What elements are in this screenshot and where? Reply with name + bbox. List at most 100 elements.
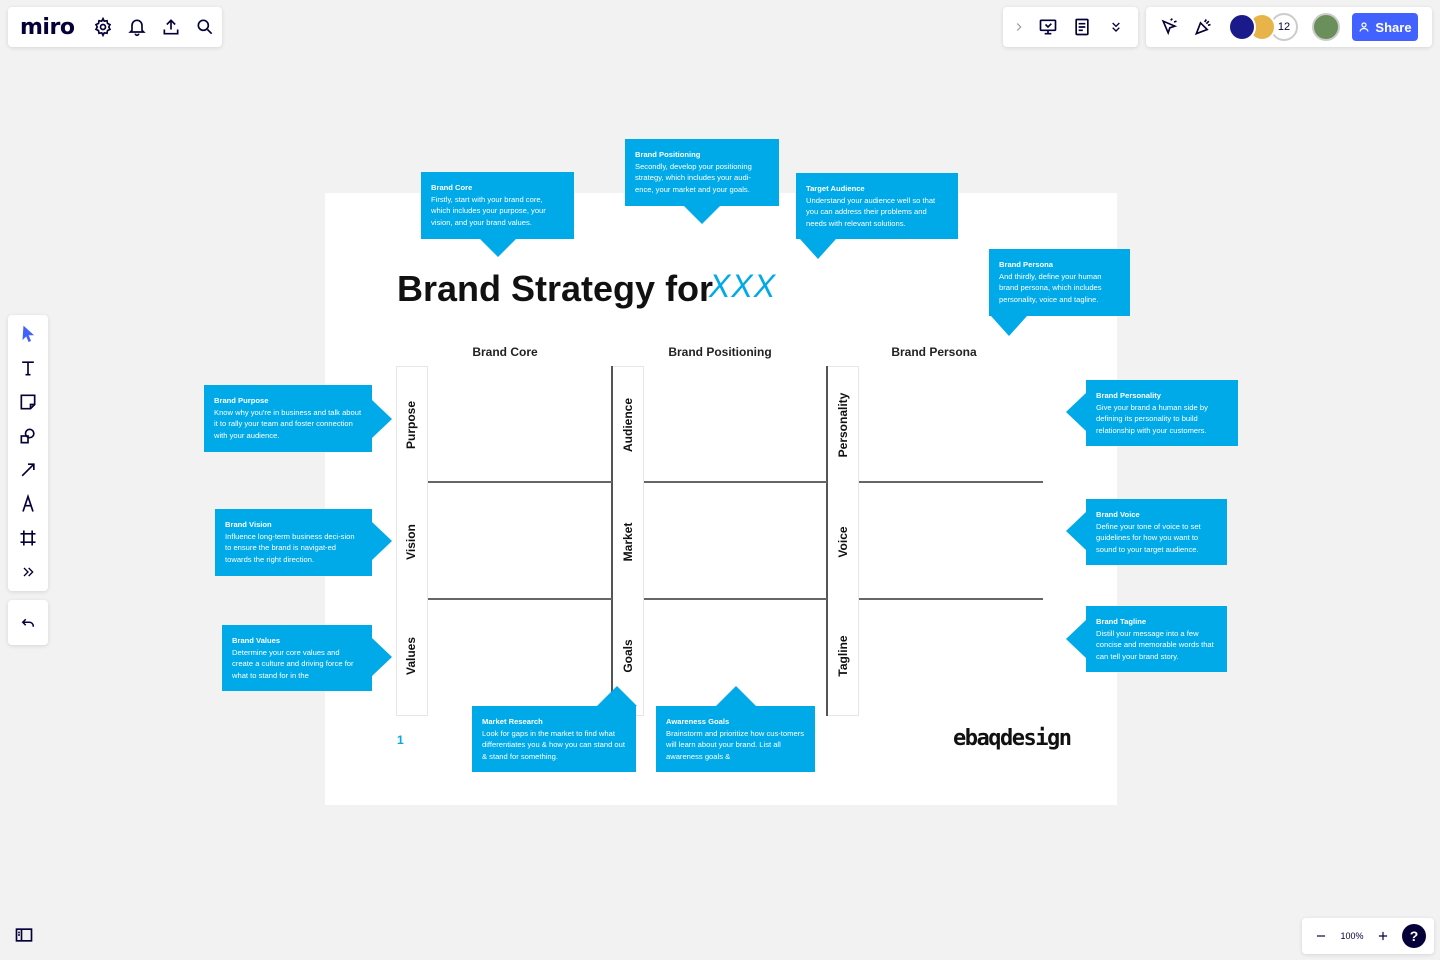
callout-title: Brand Core (431, 183, 473, 192)
shapes-icon[interactable] (11, 419, 45, 453)
collaborator-avatar[interactable] (1228, 13, 1256, 41)
callout-body: Influence long-term business deci-sion t… (225, 531, 355, 565)
board-title-placeholder[interactable]: XXX (709, 268, 776, 305)
page-number[interactable]: 1 (397, 733, 404, 747)
share-button[interactable]: Share (1352, 13, 1418, 41)
row-label-vision[interactable]: Vision (404, 524, 418, 560)
callout-brand-values[interactable]: Brand Values Determine your core values … (222, 625, 372, 691)
callout-body: Look for gaps in the market to find what… (482, 728, 625, 762)
callout-brand-positioning[interactable]: Brand Positioning Secondly, develop your… (625, 139, 779, 206)
row-divider (428, 598, 612, 600)
board-title[interactable]: Brand Strategy for (397, 268, 713, 310)
row-label-market[interactable]: Market (621, 523, 635, 562)
callout-pointer (372, 522, 392, 560)
row-label-goals[interactable]: Goals (621, 639, 635, 672)
cursor-reactions-icon[interactable] (1152, 10, 1186, 44)
callout-brand-persona[interactable]: Brand Persona And thirdly, define your h… (989, 249, 1130, 316)
callout-title: Brand Values (232, 636, 281, 645)
callout-body: Define your tone of voice to set guideli… (1096, 521, 1201, 555)
callout-pointer (1066, 620, 1086, 658)
callout-pointer (1066, 393, 1086, 431)
callout-pointer (684, 206, 720, 224)
row-divider (859, 598, 1043, 600)
callout-awareness-goals[interactable]: Awareness Goals Brainstorm and prioritiz… (656, 706, 815, 772)
more-tools-icon[interactable] (11, 555, 45, 589)
callout-title: Brand Positioning (635, 150, 701, 159)
callout-pointer (800, 239, 836, 259)
callout-pointer (372, 400, 392, 438)
callout-body: Understand your audience well so that yo… (806, 195, 936, 229)
bottom-left-panel (8, 918, 40, 952)
callout-pointer (372, 638, 392, 676)
callout-body: Determine your core values and create a … (232, 647, 354, 681)
frame-icon[interactable] (11, 521, 45, 555)
left-tool-palette (8, 315, 48, 591)
share-button-label: Share (1375, 19, 1412, 35)
callout-pointer (716, 686, 756, 706)
ebaqdesign-logo[interactable]: ebaqdesign (953, 726, 1072, 751)
callout-body: Know why you're in business and talk abo… (214, 407, 362, 441)
row-label-purpose[interactable]: Purpose (404, 401, 418, 449)
pen-icon[interactable] (11, 487, 45, 521)
callout-pointer (597, 686, 637, 706)
callout-title: Brand Voice (1096, 510, 1140, 519)
row-divider (859, 481, 1043, 483)
chevron-right-icon[interactable] (1007, 10, 1031, 44)
select-cursor-icon[interactable] (11, 317, 45, 351)
zoom-in-icon[interactable] (1370, 919, 1396, 953)
notes-icon[interactable] (1065, 10, 1099, 44)
search-icon[interactable] (188, 10, 222, 44)
callout-body: And thirdly, define your human brand per… (999, 271, 1102, 305)
row-divider (644, 481, 827, 483)
callout-title: Awareness Goals (666, 717, 730, 726)
callout-brand-core[interactable]: Brand Core Firstly, start with your bran… (421, 172, 574, 239)
miro-logo[interactable]: miro (20, 15, 75, 40)
callout-pointer (991, 316, 1027, 336)
user-icon (1359, 22, 1370, 32)
top-middle-toolbar (1003, 7, 1138, 47)
bell-icon[interactable] (120, 10, 154, 44)
current-user-avatar[interactable] (1312, 13, 1340, 41)
help-button[interactable]: ? (1402, 924, 1426, 948)
callout-body: Brainstorm and prioritize how cus-tomers… (666, 728, 805, 762)
callout-brand-vision[interactable]: Brand Vision Influence long-term busines… (215, 509, 372, 576)
row-label-values[interactable]: Values (404, 637, 418, 675)
settings-icon[interactable] (86, 10, 120, 44)
celebrate-icon[interactable] (1186, 10, 1220, 44)
callout-market-research[interactable]: Market Research Look for gaps in the mar… (472, 706, 636, 772)
callout-title: Brand Personality (1096, 391, 1161, 400)
top-left-toolbar: miro (8, 7, 222, 47)
presentation-icon[interactable] (1031, 10, 1065, 44)
zoom-level[interactable]: 100% (1334, 931, 1370, 941)
text-tool-icon[interactable] (11, 351, 45, 385)
double-chevron-down-icon[interactable] (1099, 10, 1133, 44)
undo-icon[interactable] (11, 606, 45, 640)
strip-divider (611, 366, 613, 716)
row-divider (428, 481, 612, 483)
sidebar-toggle-icon[interactable] (8, 918, 40, 952)
column-heading-brand-positioning[interactable]: Brand Positioning (620, 345, 820, 359)
row-label-audience[interactable]: Audience (621, 398, 635, 452)
line-arrow-icon[interactable] (11, 453, 45, 487)
sticky-note-icon[interactable] (11, 385, 45, 419)
callout-title: Brand Persona (999, 260, 1054, 269)
zoom-out-icon[interactable] (1308, 919, 1334, 953)
strip-divider (826, 366, 828, 716)
callout-body: Distill your message into a few concise … (1096, 628, 1214, 662)
callout-body: Give your brand a human side by defining… (1096, 402, 1208, 436)
column-heading-brand-persona[interactable]: Brand Persona (834, 345, 1034, 359)
column-heading-brand-core[interactable]: Brand Core (405, 345, 605, 359)
callout-pointer (1066, 512, 1086, 550)
upload-icon[interactable] (154, 10, 188, 44)
undo-panel (8, 600, 48, 645)
row-label-tagline[interactable]: Tagline (836, 635, 850, 676)
callout-brand-personality[interactable]: Brand Personality Give your brand a huma… (1086, 380, 1238, 446)
callout-brand-voice[interactable]: Brand Voice Define your tone of voice to… (1086, 499, 1227, 565)
callout-pointer (480, 239, 516, 257)
callout-target-audience[interactable]: Target Audience Understand your audience… (796, 173, 958, 239)
callout-brand-tagline[interactable]: Brand Tagline Distill your message into … (1086, 606, 1227, 672)
callout-brand-purpose[interactable]: Brand Purpose Know why you're in busines… (204, 385, 372, 452)
callout-title: Brand Tagline (1096, 617, 1147, 626)
row-label-voice[interactable]: Voice (836, 526, 850, 557)
row-label-personality[interactable]: Personality (836, 393, 850, 458)
